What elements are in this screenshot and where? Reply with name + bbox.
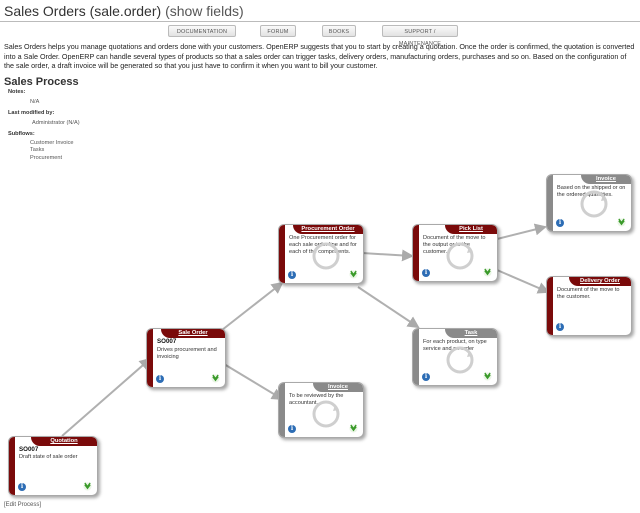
subflow-list: Customer Invoice Tasks Procurement <box>30 140 74 162</box>
node-title[interactable]: Invoice <box>596 176 616 182</box>
node-header[interactable]: Pick List <box>445 225 497 234</box>
cycle-icon <box>446 346 474 374</box>
node-side-bar <box>279 383 285 437</box>
go-arrow-icon[interactable] <box>617 218 626 227</box>
node-sale-order[interactable]: Sale Order SO007 Drives procurement and … <box>146 328 226 388</box>
transition-procurement-task <box>357 286 420 329</box>
node-description: Drives procurement and invoicing <box>157 347 217 360</box>
notes-value: N/A <box>30 99 40 105</box>
node-ref: SO007 <box>157 338 177 345</box>
go-arrow-icon[interactable] <box>349 270 358 279</box>
info-icon[interactable]: i <box>18 483 26 491</box>
documentation-button[interactable]: DOCUMENTATION <box>168 25 236 37</box>
transition-picklist-invoice <box>496 223 547 240</box>
go-arrow-icon[interactable] <box>83 482 92 491</box>
title-divider <box>0 21 640 22</box>
last-modified-label: Last modified by: <box>8 110 55 116</box>
support-maintenance-button[interactable]: SUPPORT / MAINTENANCE <box>382 25 458 47</box>
node-header[interactable]: Invoice <box>313 383 363 392</box>
info-icon[interactable]: i <box>422 373 430 381</box>
node-title[interactable]: Sale Order <box>178 330 207 336</box>
node-quotation[interactable]: Quotation SO007 Draft state of sale orde… <box>8 436 98 496</box>
node-description: Document of the move to the customer. <box>557 287 620 300</box>
info-icon[interactable]: i <box>556 219 564 227</box>
node-side-bar <box>547 175 553 231</box>
info-icon[interactable]: i <box>556 323 564 331</box>
node-header[interactable]: Procurement Order <box>293 225 363 234</box>
node-header[interactable]: Quotation <box>31 437 97 446</box>
node-header[interactable]: Invoice <box>581 175 631 184</box>
go-arrow-icon[interactable] <box>349 424 358 433</box>
subflow-item[interactable]: Customer Invoice <box>30 140 74 147</box>
cycle-icon <box>446 242 474 270</box>
node-title[interactable]: Quotation <box>50 438 77 444</box>
page-title: Sales Orders (sale.order) (show fields) <box>4 3 244 19</box>
info-icon[interactable]: i <box>422 269 430 277</box>
cycle-icon <box>312 400 340 428</box>
notes-label: Notes: <box>8 89 26 95</box>
node-description: Draft state of sale order <box>19 454 78 460</box>
node-procurement-order[interactable]: Procurement Order One Procurement order … <box>278 224 364 284</box>
node-delivery-order[interactable]: Delivery Order Document of the move to t… <box>546 276 632 336</box>
go-arrow-icon[interactable] <box>483 268 492 277</box>
node-side-bar <box>147 329 153 387</box>
cycle-icon <box>580 190 608 218</box>
subflow-item[interactable]: Tasks <box>30 147 74 154</box>
transition-picklist-delivery <box>496 269 550 294</box>
node-title[interactable]: Pick List <box>459 226 483 232</box>
node-side-bar <box>9 437 15 495</box>
info-icon[interactable]: i <box>288 425 296 433</box>
node-side-bar <box>547 277 553 335</box>
node-title[interactable]: Delivery Order <box>580 278 620 284</box>
node-task[interactable]: Task For each product, on type service a… <box>412 328 498 386</box>
info-icon[interactable]: i <box>156 375 164 383</box>
node-title[interactable]: Procurement Order <box>301 226 354 232</box>
last-modified-value: Administrator (N/A) <box>32 120 80 126</box>
forum-button[interactable]: FORUM <box>260 25 296 37</box>
process-diagram: Quotation SO007 Draft state of sale orde… <box>0 160 640 500</box>
process-title: Sales Process <box>4 76 79 88</box>
node-side-bar <box>413 329 419 385</box>
subflows-label: Subflows: <box>8 131 35 137</box>
node-side-bar <box>413 225 419 281</box>
transition-procurement-picklist <box>361 249 414 262</box>
node-side-bar <box>279 225 285 283</box>
go-arrow-icon[interactable] <box>211 374 220 383</box>
edit-process-link[interactable]: [Edit Process] <box>4 502 41 508</box>
node-ref: SO007 <box>19 446 39 453</box>
node-invoice-picking[interactable]: Invoice Based on the shipped or on the o… <box>546 174 632 232</box>
info-icon[interactable]: i <box>288 271 296 279</box>
intro-text: Sales Orders helps you manage quotations… <box>4 42 635 70</box>
books-button[interactable]: BOOKS <box>322 25 356 37</box>
transition-quotation-saleorder <box>61 357 152 437</box>
go-arrow-icon[interactable] <box>483 372 492 381</box>
help-toolbar: DOCUMENTATION FORUM BOOKS SUPPORT / MAIN… <box>0 25 640 47</box>
node-title[interactable]: Task <box>465 330 478 336</box>
show-fields-link[interactable]: (show fields) <box>165 3 244 19</box>
page-title-text: Sales Orders (sale.order) <box>4 3 162 19</box>
cycle-icon <box>312 242 340 270</box>
transition-saleorder-procurement <box>221 281 284 331</box>
node-header[interactable]: Sale Order <box>161 329 225 338</box>
transition-saleorder-invoice <box>223 363 284 401</box>
node-pick-list[interactable]: Pick List Document of the move to the ou… <box>412 224 498 282</box>
node-title[interactable]: Invoice <box>328 384 348 390</box>
node-invoice-customer[interactable]: Invoice To be reviewed by the accountant… <box>278 382 364 438</box>
node-header[interactable]: Task <box>445 329 497 338</box>
node-header[interactable]: Delivery Order <box>569 277 631 286</box>
